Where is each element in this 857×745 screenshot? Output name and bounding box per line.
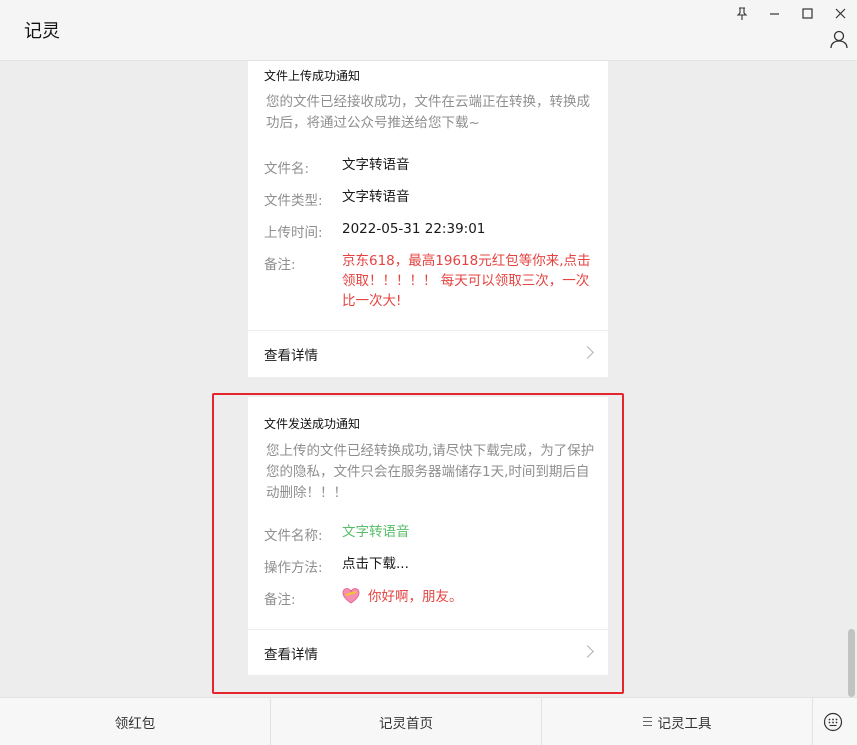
scrollbar-thumb[interactable] (848, 629, 855, 697)
file-type-value: 文字转语音 (342, 189, 410, 205)
app-title: 记灵 (24, 21, 60, 42)
menu-icon (642, 717, 652, 726)
maximize-icon[interactable] (791, 0, 824, 26)
minimize-icon[interactable] (758, 0, 791, 26)
pin-icon[interactable] (725, 0, 758, 26)
card-title: 文件上传成功通知 (264, 69, 361, 83)
keyboard-icon[interactable] (823, 712, 843, 732)
remark-value: 京东618，最高19618元红包等你来,点击领取！！！！！ 每天可以领取三次，一… (342, 253, 591, 309)
remark-label: 备注: (264, 257, 296, 273)
tab-label: 记灵工具 (657, 715, 712, 732)
tab-tools[interactable]: 记灵工具 (542, 698, 812, 745)
highlight-box (212, 393, 624, 694)
view-details-button[interactable]: 查看详情 (248, 331, 608, 377)
window-controls (725, 0, 857, 26)
tab-label: 记灵首页 (379, 715, 433, 732)
card-description: 您的文件已经接收成功，文件在云端正在转换，转换成功后，将通过公众号推送给您下载~ (266, 94, 590, 131)
view-details-label: 查看详情 (264, 348, 318, 364)
tab-label: 领红包 (114, 715, 156, 732)
user-icon[interactable] (829, 29, 849, 49)
file-name-value: 文字转语音 (342, 157, 410, 173)
tab-red-packet[interactable]: 领红包 (0, 698, 270, 745)
file-name-label: 文件名: (264, 161, 310, 177)
upload-notice-card: 文件上传成功通知 您的文件已经接收成功，文件在云端正在转换，转换成功后，将通过公… (248, 61, 608, 377)
upload-time-value: 2022-05-31 22:39:01 (342, 221, 486, 237)
upload-time-label: 上传时间: (264, 225, 323, 241)
chevron-right-icon (581, 346, 594, 359)
bottom-menu-bar: 领红包 记灵首页 记灵工具 (0, 697, 857, 745)
tab-separator (812, 698, 813, 745)
file-type-label: 文件类型: (264, 193, 323, 209)
tab-home[interactable]: 记灵首页 (271, 698, 541, 745)
title-bar: 记灵 (0, 0, 857, 61)
close-icon[interactable] (824, 0, 857, 26)
message-list[interactable]: 文件上传成功通知 您的文件已经接收成功，文件在云端正在转换，转换成功后，将通过公… (0, 61, 857, 697)
